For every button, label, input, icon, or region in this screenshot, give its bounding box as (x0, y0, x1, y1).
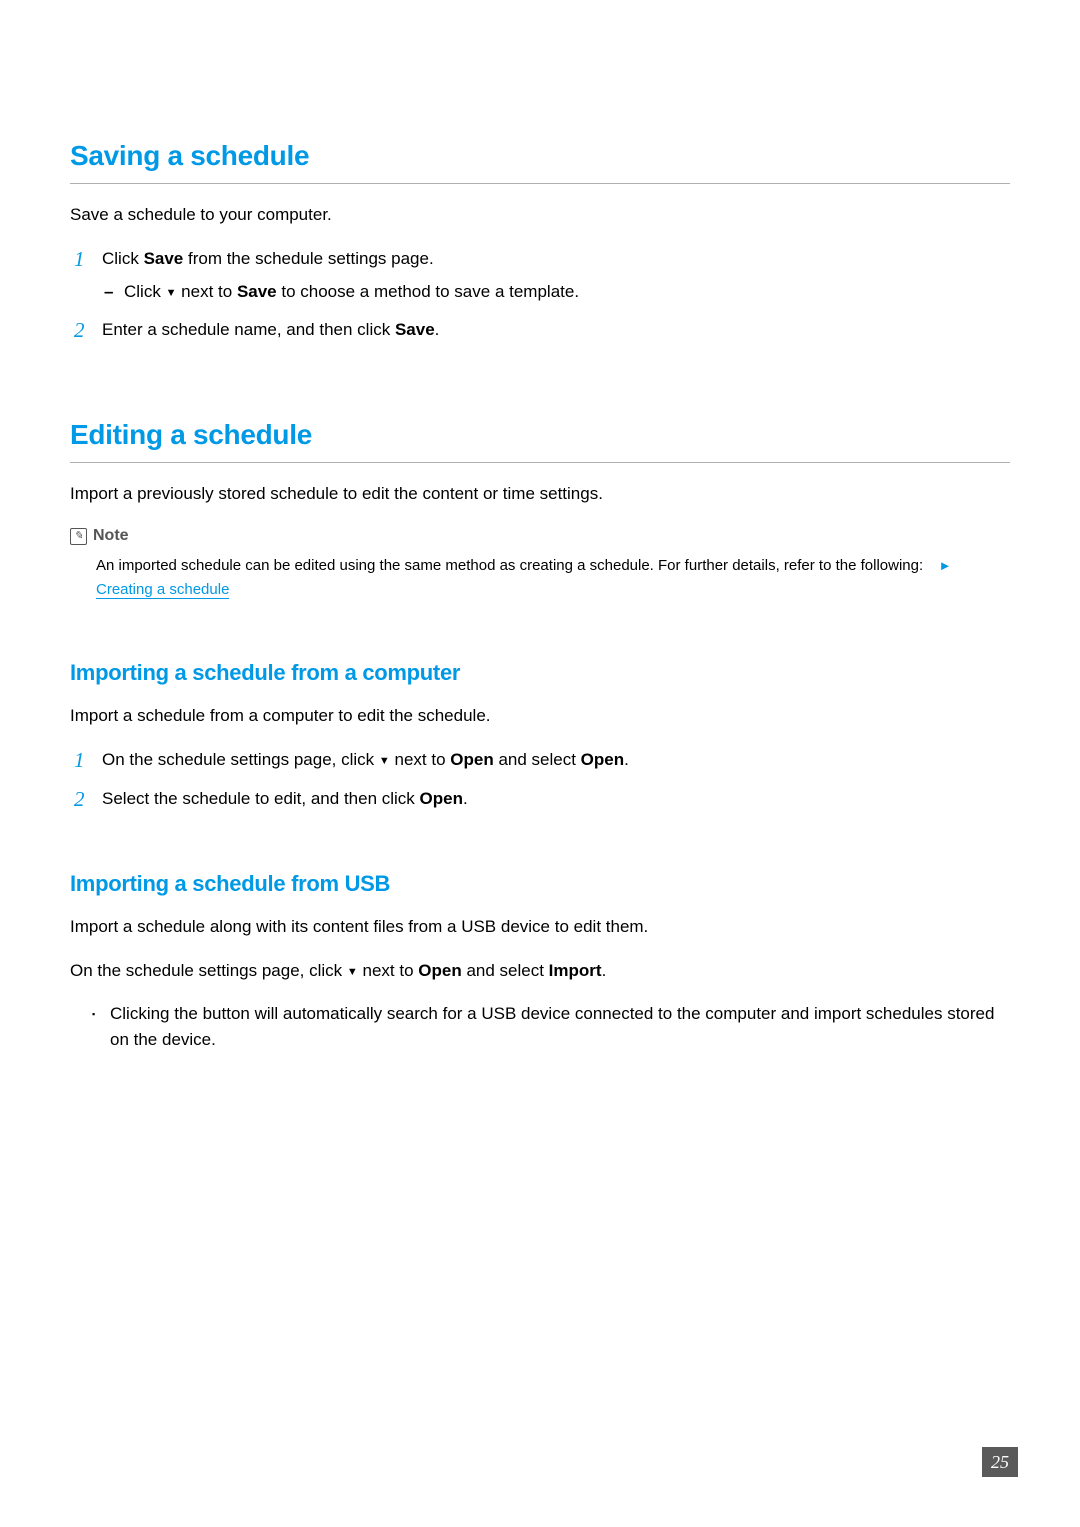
text: Select the schedule to edit, and then cl… (102, 789, 420, 808)
import-computer-intro: Import a schedule from a computer to edi… (70, 703, 1010, 729)
saving-steps: 1 Click Save from the schedule settings … (74, 246, 1010, 344)
import-usb-line: On the schedule settings page, click ▼ n… (70, 958, 1010, 984)
dash-icon: – (104, 279, 124, 305)
square-bullet-icon: ▪ (92, 1001, 110, 1052)
text: On the schedule settings page, click (102, 750, 379, 769)
note-head: ✎ Note (70, 524, 1010, 548)
step-number: 2 (74, 317, 102, 344)
step-number: 1 (74, 747, 102, 774)
page-number: 25 (982, 1447, 1018, 1477)
text: Click (124, 282, 166, 301)
text: next to (176, 282, 236, 301)
bold: Open (420, 789, 463, 808)
text: . (463, 789, 468, 808)
step-2: 2 Select the schedule to edit, and then … (74, 786, 1010, 813)
text: and select (494, 750, 581, 769)
bold: Save (144, 249, 184, 268)
step-1: 1 On the schedule settings page, click ▼… (74, 747, 1010, 774)
down-arrow-icon: ▼ (347, 966, 358, 978)
text: Click (102, 249, 144, 268)
section-editing: Editing a schedule Import a previously s… (70, 414, 1010, 603)
text: Enter a schedule name, and then click (102, 320, 395, 339)
step-number: 1 (74, 246, 102, 273)
note-icon: ✎ (70, 528, 87, 545)
usb-bullet-text: Clicking the button will automatically s… (110, 1001, 1010, 1052)
step-body: Click Save from the schedule settings pa… (102, 246, 1010, 305)
section-saving: Saving a schedule Save a schedule to you… (70, 135, 1010, 344)
step-body: Select the schedule to edit, and then cl… (102, 786, 1010, 812)
text: and select (462, 961, 549, 980)
usb-bullet: ▪ Clicking the button will automatically… (92, 1001, 1010, 1052)
text: On the schedule settings page, click (70, 961, 347, 980)
text: next to (358, 961, 418, 980)
note-block: ✎ Note An imported schedule can be edite… (70, 524, 1010, 602)
step-body: Enter a schedule name, and then click Sa… (102, 317, 1010, 343)
text: to choose a method to save a template. (277, 282, 579, 301)
heading-import-computer: Importing a schedule from a computer (70, 656, 1010, 689)
section-import-computer: Importing a schedule from a computer Imp… (70, 656, 1010, 813)
link-creating-schedule[interactable]: Creating a schedule (96, 581, 229, 599)
heading-import-usb: Importing a schedule from USB (70, 867, 1010, 900)
down-arrow-icon: ▼ (379, 755, 390, 767)
text: . (624, 750, 629, 769)
heading-saving: Saving a schedule (70, 135, 1010, 184)
note-label: Note (93, 524, 129, 548)
text: . (435, 320, 440, 339)
editing-intro: Import a previously stored schedule to e… (70, 481, 1010, 507)
note-text: An imported schedule can be edited using… (96, 557, 923, 574)
text: next to (390, 750, 450, 769)
right-arrow-icon: ► (939, 558, 952, 573)
text: from the schedule settings page. (183, 249, 433, 268)
bold: Import (549, 961, 602, 980)
step-body: On the schedule settings page, click ▼ n… (102, 747, 1010, 773)
note-body: An imported schedule can be edited using… (96, 554, 1010, 602)
step-number: 2 (74, 786, 102, 813)
step-1: 1 Click Save from the schedule settings … (74, 246, 1010, 305)
bold: Open (450, 750, 493, 769)
bold: Open (418, 961, 461, 980)
step-2: 2 Enter a schedule name, and then click … (74, 317, 1010, 344)
import-usb-intro: Import a schedule along with its content… (70, 914, 1010, 940)
text: . (602, 961, 607, 980)
saving-intro: Save a schedule to your computer. (70, 202, 1010, 228)
bold: Save (237, 282, 277, 301)
bold: Save (395, 320, 435, 339)
down-arrow-icon: ▼ (166, 287, 177, 299)
import-computer-steps: 1 On the schedule settings page, click ▼… (74, 747, 1010, 814)
sub-bullet: – Click ▼ next to Save to choose a metho… (104, 279, 1010, 305)
sub-bullet-text: Click ▼ next to Save to choose a method … (124, 279, 1010, 305)
heading-editing: Editing a schedule (70, 414, 1010, 463)
bold: Open (581, 750, 624, 769)
section-import-usb: Importing a schedule from USB Import a s… (70, 867, 1010, 1052)
